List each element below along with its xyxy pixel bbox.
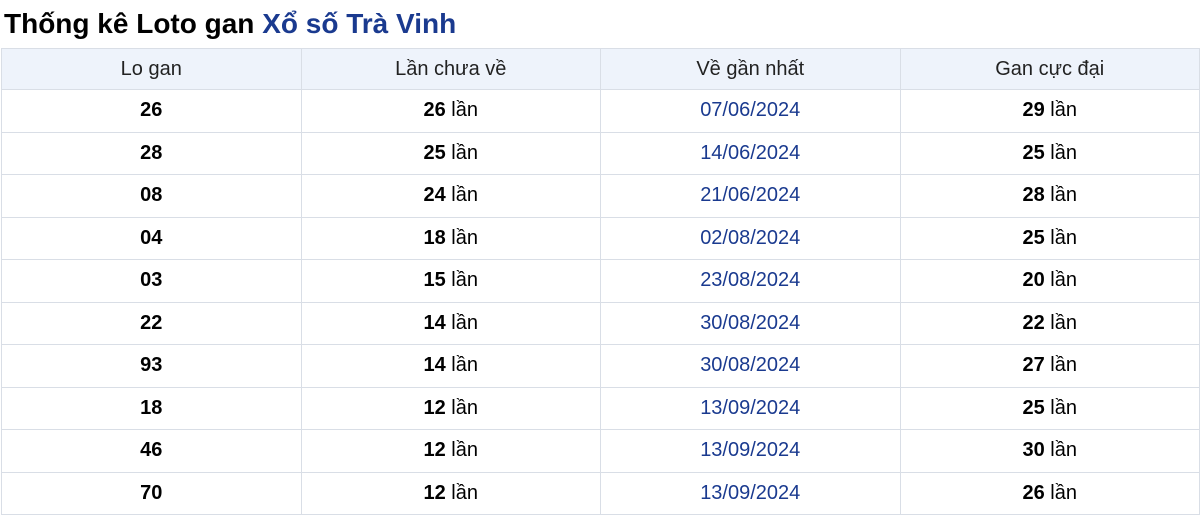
max-gap-cell: 25 lần [899,131,1200,175]
lo-number-cell: 93 [1,344,302,388]
missed-count-cell: 12 lần [300,471,601,515]
missed-count-unit: lần [451,226,478,249]
lo-number-cell: 18 [1,386,302,430]
max-gap-unit: lần [1050,226,1077,249]
table-row: 46 12 lần 13/09/2024 30 lần [1,429,1200,473]
missed-count-unit: lần [451,184,478,207]
max-gap-value: 29 [1022,99,1045,122]
max-gap-unit: lần [1050,141,1077,164]
table-row: 18 12 lần 13/09/2024 25 lần [1,386,1200,430]
lo-number-cell: 28 [1,131,302,175]
table-row: 08 24 lần 21/06/2024 28 lần [1,174,1200,218]
max-gap-value: 22 [1022,311,1045,334]
header-lo-gan: Lo gan [1,48,302,90]
missed-count-value: 12 [423,439,446,462]
max-gap-cell: 26 lần [899,471,1200,515]
lo-number-cell: 08 [1,174,302,218]
max-gap-cell: 25 lần [899,216,1200,260]
max-gap-value: 25 [1022,396,1045,419]
missed-count-unit: lần [451,439,478,462]
missed-count-unit: lần [451,396,478,419]
header-gan-cuc-dai: Gan cực đại [899,48,1200,90]
missed-count-value: 15 [423,269,446,292]
missed-count-unit: lần [451,311,478,334]
max-gap-value: 28 [1022,184,1045,207]
table-row: 22 14 lần 30/08/2024 22 lần [1,301,1200,345]
max-gap-value: 25 [1022,226,1045,249]
max-gap-unit: lần [1050,354,1077,377]
missed-count-unit: lần [451,354,478,377]
last-date-cell: 14/06/2024 [600,131,901,175]
last-date-cell: 13/09/2024 [600,386,901,430]
last-date-cell: 23/08/2024 [600,259,901,303]
table-row: 28 25 lần 14/06/2024 25 lần [1,131,1200,175]
max-gap-value: 27 [1022,354,1045,377]
max-gap-cell: 30 lần [899,429,1200,473]
lo-number-cell: 46 [1,429,302,473]
header-ve-gan-nhat: Về gần nhất [600,48,901,90]
missed-count-unit: lần [451,269,478,292]
missed-count-value: 18 [423,226,446,249]
max-gap-value: 30 [1022,439,1045,462]
last-date-cell: 07/06/2024 [600,89,901,133]
max-gap-cell: 22 lần [899,301,1200,345]
table-row: 26 26 lần 07/06/2024 29 lần [1,89,1200,133]
max-gap-cell: 28 lần [899,174,1200,218]
missed-count-cell: 12 lần [300,386,601,430]
missed-count-unit: lần [451,481,478,504]
missed-count-cell: 25 lần [300,131,601,175]
missed-count-value: 25 [423,141,446,164]
lo-number-cell: 26 [1,89,302,133]
loto-gan-table: Lo gan Lần chưa về Về gần nhất Gan cực đ… [1,48,1200,515]
max-gap-cell: 20 lần [899,259,1200,303]
missed-count-value: 12 [423,396,446,419]
max-gap-unit: lần [1050,99,1077,122]
lo-number-cell: 22 [1,301,302,345]
last-date-cell: 30/08/2024 [600,344,901,388]
max-gap-cell: 27 lần [899,344,1200,388]
missed-count-cell: 14 lần [300,344,601,388]
max-gap-value: 20 [1022,269,1045,292]
table-row: 03 15 lần 23/08/2024 20 lần [1,259,1200,303]
missed-count-cell: 26 lần [300,89,601,133]
max-gap-unit: lần [1050,439,1077,462]
max-gap-unit: lần [1050,396,1077,419]
missed-count-value: 14 [423,354,446,377]
missed-count-cell: 18 lần [300,216,601,260]
missed-count-value: 12 [423,481,446,504]
max-gap-unit: lần [1050,269,1077,292]
lottery-link[interactable]: Xổ số Trà Vinh [262,8,456,39]
missed-count-value: 24 [423,184,446,207]
page-title-text: Thống kê Loto gan [4,8,255,39]
max-gap-unit: lần [1050,481,1077,504]
table-header-row: Lo gan Lần chưa về Về gần nhất Gan cực đ… [1,48,1200,90]
missed-count-unit: lần [451,99,478,122]
last-date-cell: 13/09/2024 [600,429,901,473]
missed-count-cell: 15 lần [300,259,601,303]
table-row: 70 12 lần 13/09/2024 26 lần [1,471,1200,515]
missed-count-cell: 12 lần [300,429,601,473]
last-date-cell: 21/06/2024 [600,174,901,218]
missed-count-cell: 24 lần [300,174,601,218]
lo-number-cell: 03 [1,259,302,303]
table-row: 93 14 lần 30/08/2024 27 lần [1,344,1200,388]
max-gap-cell: 29 lần [899,89,1200,133]
page-title: Thống kê Loto gan Xổ số Trà Vinh [0,0,1200,48]
last-date-cell: 02/08/2024 [600,216,901,260]
max-gap-value: 25 [1022,141,1045,164]
max-gap-value: 26 [1022,481,1045,504]
missed-count-unit: lần [451,141,478,164]
max-gap-unit: lần [1050,311,1077,334]
lo-number-cell: 04 [1,216,302,260]
lo-number-cell: 70 [1,471,302,515]
last-date-cell: 13/09/2024 [600,471,901,515]
header-lan-chua-ve: Lần chưa về [300,48,601,90]
max-gap-cell: 25 lần [899,386,1200,430]
missed-count-value: 14 [423,311,446,334]
max-gap-unit: lần [1050,184,1077,207]
table-row: 04 18 lần 02/08/2024 25 lần [1,216,1200,260]
last-date-cell: 30/08/2024 [600,301,901,345]
missed-count-value: 26 [423,99,446,122]
missed-count-cell: 14 lần [300,301,601,345]
